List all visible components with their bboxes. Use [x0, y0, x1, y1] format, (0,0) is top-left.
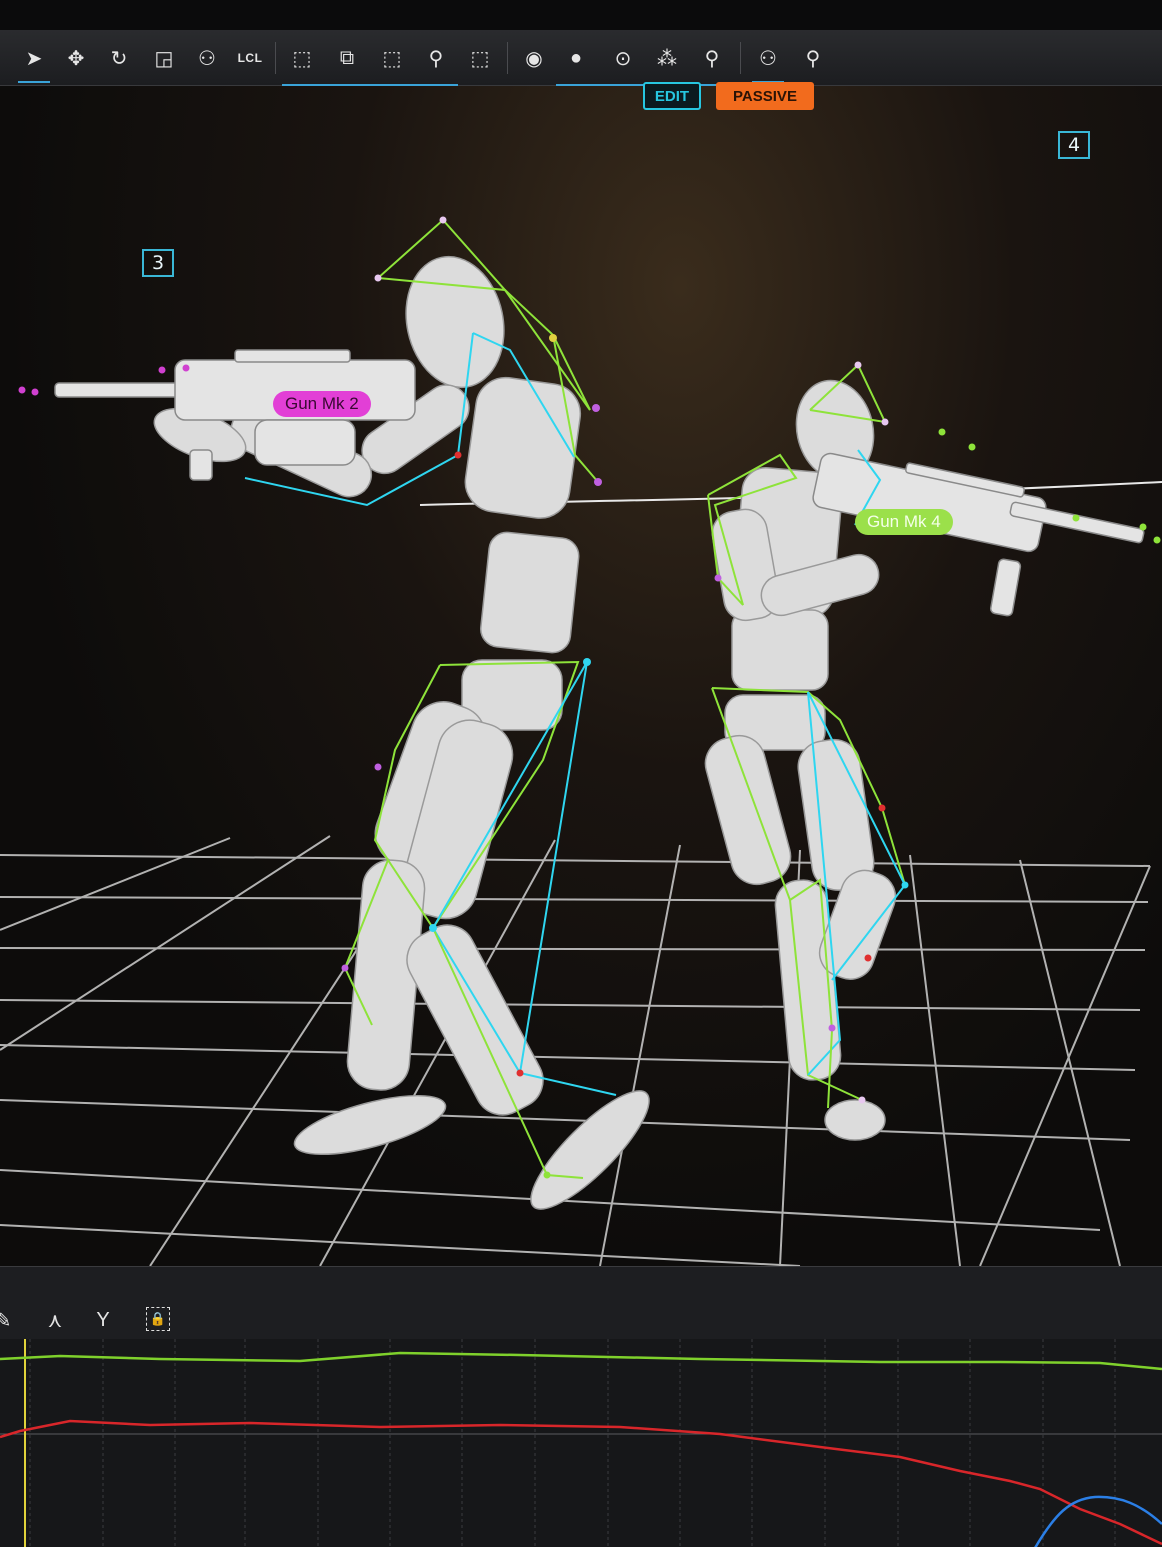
blue-curve: [1034, 1495, 1162, 1547]
red-curve: [0, 1419, 1162, 1546]
rotate-tool-button[interactable]: ↻: [101, 40, 137, 76]
select-skeleton-button[interactable]: ⚲: [418, 40, 454, 76]
gun-mk4-label-text: Gun Mk 4: [867, 512, 941, 531]
select-all-button[interactable]: ⬚: [462, 40, 498, 76]
lock-icon: 🔒: [149, 1311, 167, 1326]
show-constellation-toggle[interactable]: ⁂: [649, 40, 685, 76]
show-markers-toggle[interactable]: ●: [558, 40, 594, 76]
fit-up-button[interactable]: ⋏: [42, 1307, 68, 1333]
pose-icon: ⚇: [198, 47, 216, 70]
toolbar-divider: [507, 42, 508, 74]
edit-mode-button[interactable]: EDIT: [643, 82, 701, 110]
viewport-scene: [0, 216, 1162, 1266]
eye-icon: ◉: [525, 47, 543, 70]
select-markers-button[interactable]: ⬚: [284, 40, 320, 76]
fit-down-icon: Y: [96, 1308, 110, 1331]
markers-eye-icon: ●: [569, 46, 583, 69]
show-actor-toggle[interactable]: ⚲: [795, 40, 831, 76]
rotate-icon: ↻: [110, 47, 128, 70]
skeleton-eye-icon: ⚲: [704, 47, 720, 70]
camera-4-label: 4: [1067, 134, 1081, 156]
select-rigid-icon: ⧉: [339, 46, 355, 69]
gun-mk2-label[interactable]: Gun Mk 2: [273, 391, 371, 417]
graph-toolbar: ✎ ⋏ Y 🔒: [0, 1267, 1162, 1339]
camera-4-tag[interactable]: 4: [1058, 131, 1090, 159]
pencil-icon: ✎: [0, 1309, 12, 1332]
toolbar-divider: [275, 42, 276, 74]
green-curve: [0, 1351, 1162, 1371]
graph-plot-area[interactable]: [0, 1339, 1162, 1547]
gun-mk2-label-text: Gun Mk 2: [285, 394, 359, 413]
pose-tool-button[interactable]: ⚇: [189, 40, 225, 76]
local-space-label: LCL: [237, 51, 263, 65]
rigid-body-eye-icon: ⊙: [614, 47, 632, 70]
scale-tool-button[interactable]: ◲: [146, 40, 182, 76]
actor-pair-icon: ⚇: [759, 47, 777, 70]
move-icon: ✥: [67, 47, 85, 70]
cursor-icon: ➤: [25, 47, 43, 70]
move-tool-button[interactable]: ✥: [58, 40, 94, 76]
lock-button[interactable]: 🔒: [146, 1307, 170, 1331]
floor-grid: [0, 835, 1151, 1266]
mocap-application: ➤ ✥ ↻ ◲ ⚇ LCL ⬚ ⧉ ⬚ ⚲ ⬚ ◉ ● ⊙ ⁂ ⚲ ⚇ ⚲ 3 …: [0, 0, 1162, 1547]
graph-gridlines: [29, 1339, 1116, 1547]
select-skeleton-icon: ⚲: [428, 47, 444, 70]
viewport-toolbar: ➤ ✥ ↻ ◲ ⚇ LCL ⬚ ⧉ ⬚ ⚲ ⬚ ◉ ● ⊙ ⁂ ⚲ ⚇ ⚲: [0, 30, 1162, 86]
gun-mk4-label[interactable]: Gun Mk 4: [855, 509, 953, 535]
3d-viewport[interactable]: 3 4 Gun Mk 2 Gun Mk 4: [0, 86, 1162, 1266]
select-bones-button[interactable]: ⬚: [374, 40, 410, 76]
actor-icon: ⚲: [805, 47, 821, 70]
visibility-toggle[interactable]: ◉: [516, 40, 552, 76]
camera-3-label: 3: [151, 252, 165, 274]
show-rigid-bodies-toggle[interactable]: ⊙: [605, 40, 641, 76]
graph-curves: [0, 1339, 1162, 1547]
select-all-icon: ⬚: [470, 47, 490, 70]
toolbar-divider: [740, 42, 741, 74]
select-markers-icon: ⬚: [292, 47, 312, 70]
select-tool-button[interactable]: ➤: [16, 40, 52, 83]
scale-icon: ◲: [154, 47, 174, 70]
passive-mode-button[interactable]: PASSIVE: [716, 82, 814, 110]
fit-up-icon: ⋏: [47, 1309, 63, 1332]
graph-panel: ✎ ⋏ Y 🔒: [0, 1266, 1162, 1547]
show-skeleton-toggle[interactable]: ⚲: [694, 40, 730, 76]
constellation-eye-icon: ⁂: [657, 47, 677, 70]
select-rigid-button[interactable]: ⧉: [329, 40, 365, 76]
pencil-tool-button[interactable]: ✎: [0, 1307, 16, 1333]
camera-3-tag[interactable]: 3: [142, 249, 174, 277]
local-space-toggle[interactable]: LCL: [232, 40, 268, 76]
select-bones-icon: ⬚: [382, 47, 402, 70]
fit-down-button[interactable]: Y: [90, 1307, 116, 1333]
show-pair-toggle[interactable]: ⚇: [750, 40, 786, 83]
